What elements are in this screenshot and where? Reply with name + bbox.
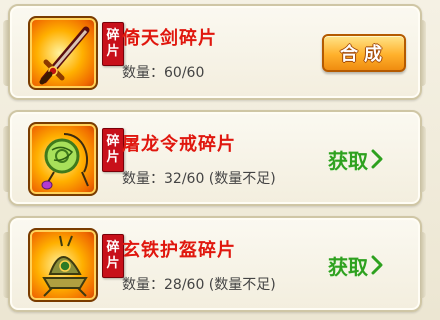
chevron-right-icon xyxy=(371,255,383,275)
fragment-card: 碎片 倚天剑碎片 数量：60/60 合成 xyxy=(3,4,426,100)
item-quantity: 数量：32/60 (数量不足) xyxy=(122,171,276,187)
obtain-button[interactable]: 获取 xyxy=(328,250,404,280)
helmet-icon xyxy=(42,235,88,297)
sword-icon xyxy=(39,26,90,85)
obtain-label: 获取 xyxy=(328,254,368,279)
fragment-card: 碎片 玄铁护盔碎片 数量：28/60 (数量不足) 获取 xyxy=(3,216,426,312)
fragment-tag: 碎片 xyxy=(102,128,124,172)
jade-ring-icon xyxy=(41,133,89,190)
item-title: 玄铁护盔碎片 xyxy=(122,240,236,261)
compose-button[interactable]: 合成 xyxy=(322,34,406,72)
fragment-tag: 碎片 xyxy=(102,22,124,66)
fragment-card: 碎片 屠龙令戒碎片 数量：32/60 (数量不足) 获取 xyxy=(3,110,426,206)
obtain-button[interactable]: 获取 xyxy=(328,144,404,174)
fragment-list: 碎片 倚天剑碎片 数量：60/60 合成 碎片 屠龙令戒碎片 数量：32/60 … xyxy=(0,0,440,320)
fragment-tag: 碎片 xyxy=(102,234,124,278)
item-title: 倚天剑碎片 xyxy=(122,28,217,49)
item-icon-frame[interactable]: 碎片 xyxy=(28,16,124,90)
item-title: 屠龙令戒碎片 xyxy=(122,134,236,155)
item-quantity: 数量：28/60 (数量不足) xyxy=(122,277,276,293)
obtain-label: 获取 xyxy=(328,148,368,173)
item-icon-frame[interactable]: 碎片 xyxy=(28,122,124,196)
item-icon-frame[interactable]: 碎片 xyxy=(28,228,124,302)
chevron-right-icon xyxy=(371,149,383,169)
item-quantity: 数量：60/60 xyxy=(122,65,205,81)
